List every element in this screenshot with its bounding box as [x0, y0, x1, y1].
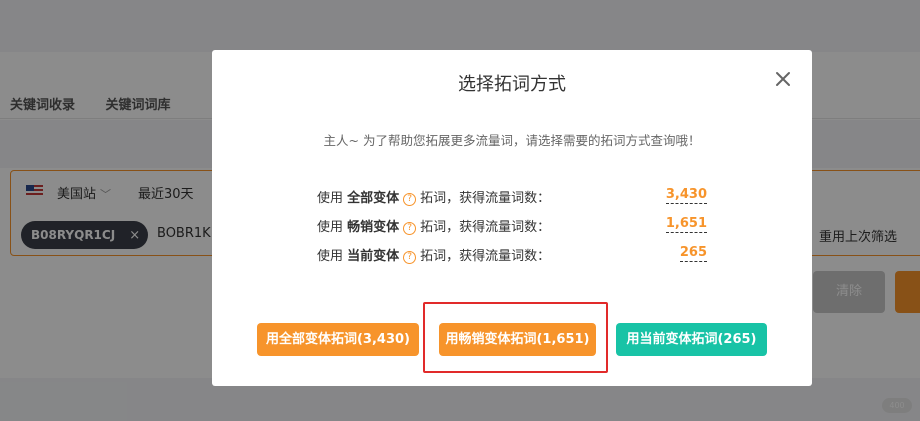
expand-current-variant-button[interactable]: 用当前变体拓词(265) [616, 323, 767, 356]
variant-row-all: 使用 全部变体? 拓词，获得流量词数： 3,430 [317, 187, 707, 206]
dialog-subtitle: 主人~ 为了帮助您拓展更多流量词，请选择需要的拓词方式查询哦！ [323, 133, 701, 148]
row-variant: 当前变体 [347, 249, 400, 264]
red-highlight-box [423, 302, 608, 373]
row-count: 1,651 [665, 216, 707, 233]
close-icon[interactable] [772, 68, 794, 90]
help-icon[interactable]: ? [403, 222, 417, 235]
row-suffix: 拓词，获得流量词数： [420, 249, 551, 264]
row-suffix: 拓词，获得流量词数： [420, 191, 551, 206]
row-suffix: 拓词，获得流量词数： [420, 220, 551, 235]
row-variant: 全部变体 [347, 191, 400, 206]
variant-row-bestseller: 使用 畅销变体? 拓词，获得流量词数： 1,651 [317, 216, 707, 235]
variant-row-current: 使用 当前变体? 拓词，获得流量词数： 265 [317, 245, 707, 264]
dialog-title: 选择拓词方式 [458, 74, 566, 95]
row-count: 265 [679, 245, 707, 262]
help-icon[interactable]: ? [403, 193, 417, 206]
expand-all-variants-button[interactable]: 用全部变体拓词(3,430) [257, 323, 419, 356]
row-prefix: 使用 [317, 191, 344, 206]
row-prefix: 使用 [317, 220, 344, 235]
row-prefix: 使用 [317, 249, 344, 264]
help-icon[interactable]: ? [403, 251, 417, 264]
row-variant: 畅销变体 [347, 220, 400, 235]
row-count: 3,430 [665, 187, 707, 204]
